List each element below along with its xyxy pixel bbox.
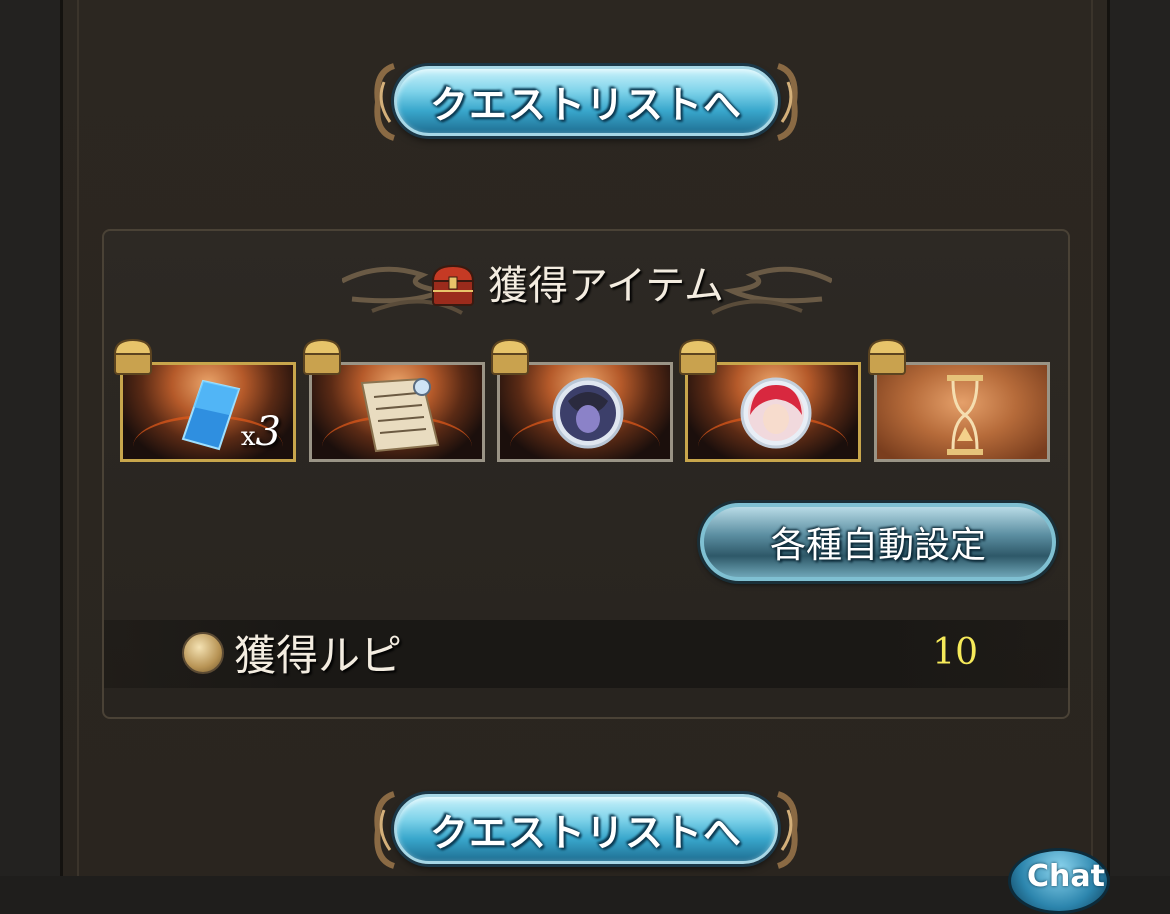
character-orb-icon <box>552 377 624 449</box>
treasure-chest-icon <box>431 264 475 306</box>
right-margin <box>1110 0 1170 876</box>
hourglass-icon <box>947 375 983 455</box>
character-orb-icon <box>740 377 812 449</box>
obtained-items-title: 獲得アイテム <box>488 263 724 309</box>
auto-settings-label: 各種自動設定 <box>769 525 986 566</box>
auto-settings-button[interactable]: 各種自動設定 <box>700 503 1056 581</box>
quest-list-button-bottom[interactable]: クエストリストへ <box>372 780 800 880</box>
rupie-coin-icon <box>182 632 224 674</box>
items-header: 獲得アイテム <box>104 243 1068 323</box>
item-card-character-orb-red[interactable] <box>685 362 861 462</box>
chest-badge-icon <box>678 338 718 375</box>
chat-label: Chat <box>1027 859 1105 894</box>
quest-list-button-top[interactable]: クエストリストへ <box>372 52 800 152</box>
blue-crystal-icon <box>181 379 241 451</box>
rupie-value: 10 <box>932 632 978 673</box>
rupie-label: 獲得ルピ <box>234 631 403 680</box>
item-card-hourglass[interactable] <box>874 362 1050 462</box>
quest-list-label: クエストリストへ <box>429 810 742 855</box>
item-card-scroll[interactable] <box>309 362 485 462</box>
quest-list-label: クエストリストへ <box>429 82 742 127</box>
left-margin <box>0 0 60 876</box>
item-card-crystal[interactable]: x3 <box>120 362 296 462</box>
item-quantity: x3 <box>240 409 281 455</box>
scroll-document-icon <box>360 377 440 453</box>
item-card-character-orb-dark[interactable] <box>497 362 673 462</box>
chest-badge-icon <box>302 338 342 375</box>
chest-badge-icon <box>113 338 153 375</box>
chest-badge-icon <box>490 338 530 375</box>
chest-badge-icon <box>867 338 907 375</box>
chat-button[interactable]: Chat <box>1008 848 1110 914</box>
